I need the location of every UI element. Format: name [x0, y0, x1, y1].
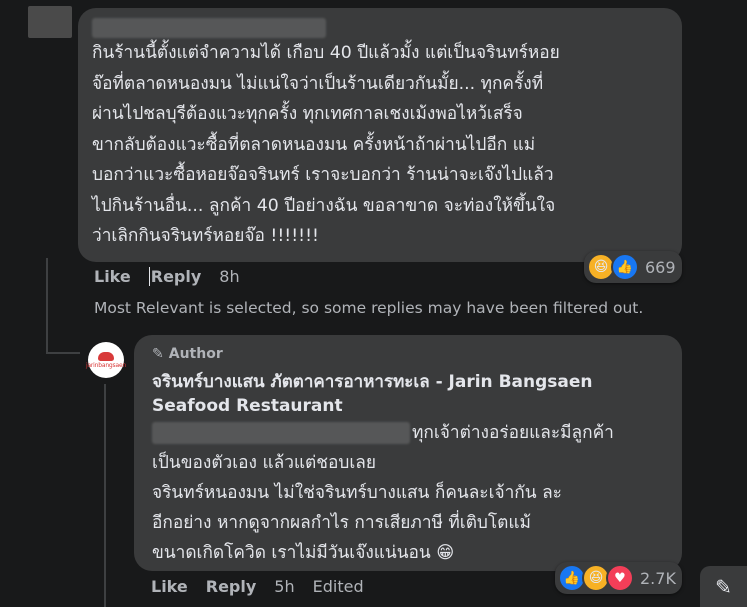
- reply-author-name[interactable]: จรินทร์บางแสน ภัตตาคารอาหารทะเล - Jarin …: [152, 370, 664, 418]
- redacted-commenter-name[interactable]: [92, 18, 326, 38]
- author-badge-label: Author: [168, 346, 223, 362]
- reply-text: ทุกเจ้าต่างอร่อยและมีลูกค้า เป็นของตัวเอ…: [152, 418, 664, 568]
- love-icon: ♥: [606, 564, 634, 592]
- like-icon: 👍: [611, 253, 639, 281]
- comment-bubble: กินร้านนี้ตั้งแต่จำความได้ เกือบ 40 ปีแล…: [78, 8, 682, 262]
- reply-reply-button[interactable]: Reply: [206, 577, 257, 596]
- reply-text-first: ทุกเจ้าต่างอร่อยและมีลูกค้า: [412, 423, 614, 443]
- reply-reactions[interactable]: 👍 😆 ♥ 2.7K: [555, 562, 682, 594]
- commenter-avatar[interactable]: [28, 6, 72, 38]
- author-badge: ✎ Author: [152, 343, 664, 365]
- reply-avatar[interactable]: jarinbangsaen: [85, 342, 127, 378]
- comment-text: กินร้านนี้ตั้งแต่จำความได้ เกือบ 40 ปีแล…: [92, 43, 560, 246]
- filter-note: Most Relevant is selected, so some repli…: [94, 299, 644, 317]
- comment-actions: Like Reply 8h: [94, 267, 258, 286]
- reply-time[interactable]: 5h: [274, 577, 294, 596]
- pencil-icon: ✎: [152, 346, 164, 362]
- edited-label[interactable]: Edited: [313, 577, 364, 596]
- reply-button[interactable]: Reply: [148, 267, 201, 286]
- avatar-logo-text: jarinbangsaen: [85, 361, 127, 369]
- reply-text-rest: เป็นของตัวเอง แล้วแต่ชอบเลย จรินทร์หนองม…: [152, 453, 562, 563]
- redacted-mention[interactable]: [152, 422, 410, 444]
- reply-like-button[interactable]: Like: [151, 577, 188, 596]
- crab-logo-icon: [98, 351, 114, 361]
- edit-square-icon[interactable]: ✎: [700, 566, 747, 607]
- reaction-count: 669: [645, 257, 676, 277]
- comment-reactions[interactable]: 😆 👍 669: [584, 251, 682, 283]
- reply-actions: Like Reply 5h Edited: [151, 577, 382, 596]
- comment-time[interactable]: 8h: [219, 267, 239, 286]
- thread-line: [46, 258, 48, 354]
- reply-reaction-count: 2.7K: [640, 568, 676, 588]
- reply-bubble: ✎ Author จรินทร์บางแสน ภัตตาคารอาหารทะเล…: [134, 335, 682, 571]
- like-button[interactable]: Like: [94, 267, 131, 286]
- thread-line-reply: [104, 384, 106, 607]
- thread-connector: [46, 352, 80, 354]
